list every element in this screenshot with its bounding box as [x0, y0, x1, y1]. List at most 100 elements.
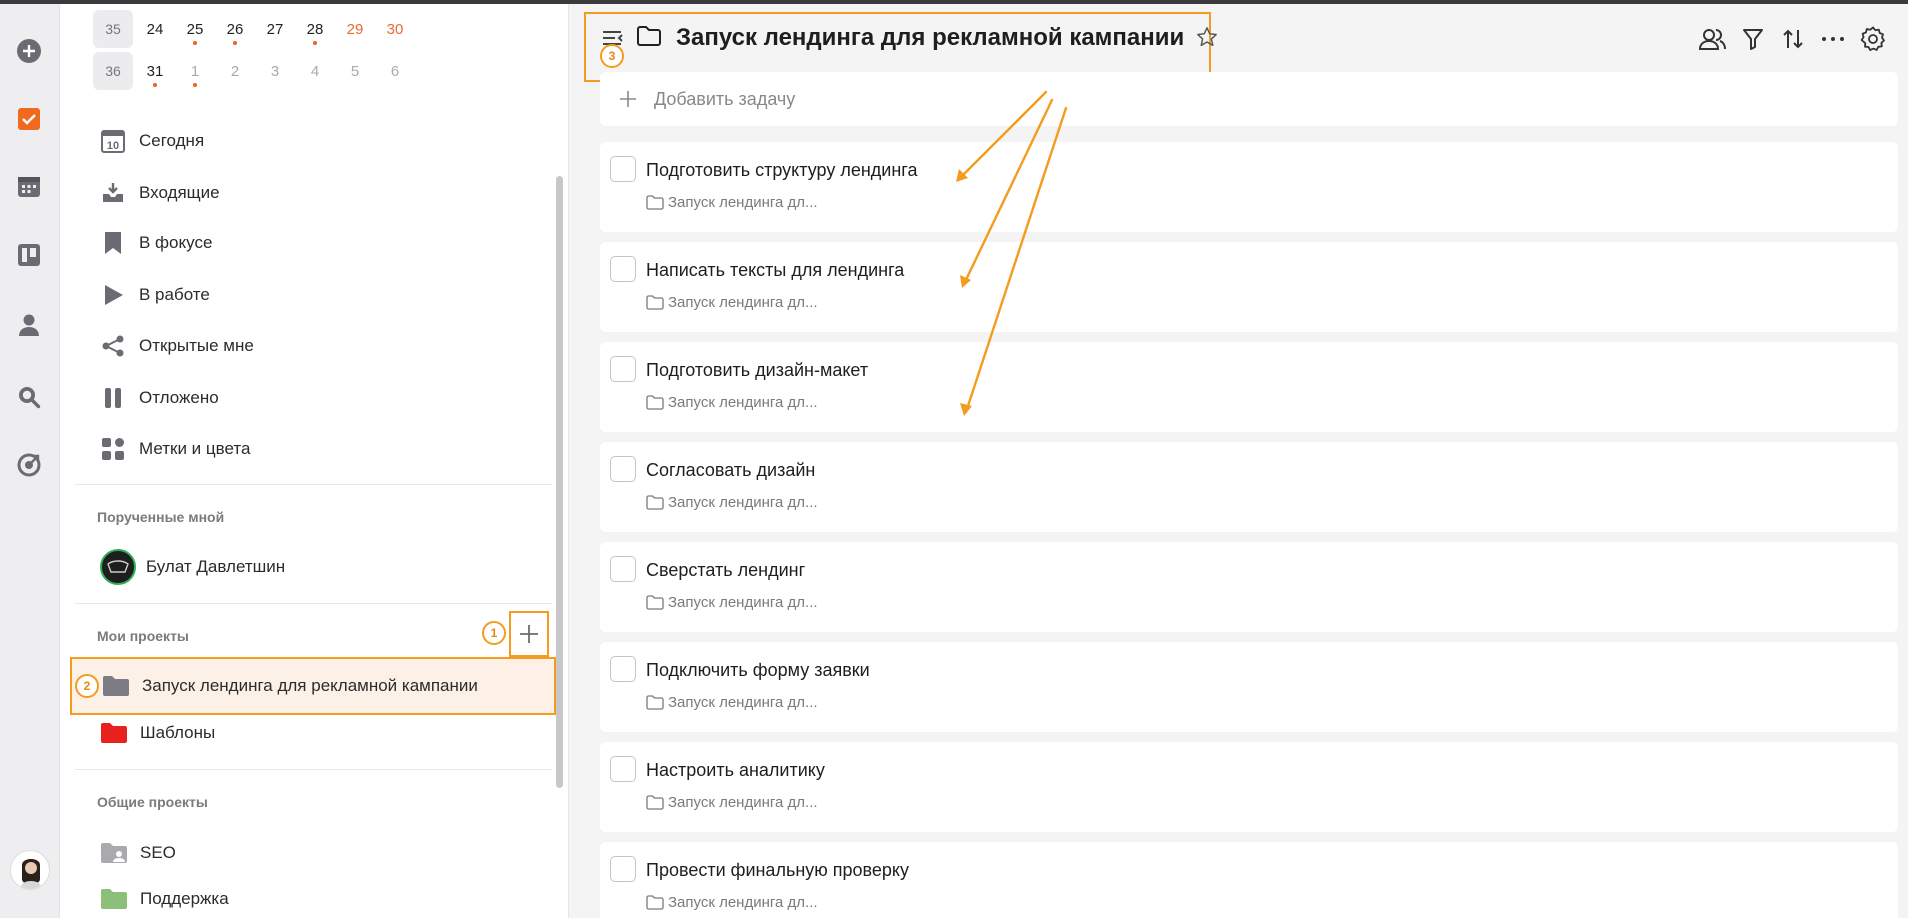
sidebar-item-label: Открытые мне	[139, 336, 254, 355]
task-checkbox[interactable]	[610, 456, 636, 482]
calendar-day-number: 2	[230, 62, 240, 80]
calendar-day[interactable]: 6	[375, 52, 415, 90]
task-checkbox[interactable]	[610, 256, 636, 282]
task-card[interactable]: Подготовить структуру лендинга Запуск лен…	[600, 142, 1898, 232]
sort-icon[interactable]	[1778, 24, 1808, 54]
sidebar-scrollbar[interactable]	[556, 176, 563, 788]
current-user-avatar[interactable]	[10, 850, 50, 890]
add-task-label: Добавить задачу	[654, 88, 796, 109]
task-title: Подготовить дизайн-макет	[646, 360, 869, 380]
task-card[interactable]: Настроить аналитику Запуск лендинга дл...	[600, 742, 1898, 832]
sidebar-item-calendar-today[interactable]: 10 Сегодня	[100, 126, 204, 156]
sidebar-item-label: Метки и цвета	[139, 439, 251, 458]
task-card[interactable]: Написать тексты для лендинга Запуск ленди…	[600, 242, 1898, 332]
calendar-day[interactable]: 3	[255, 52, 295, 90]
board-kanban-icon[interactable]	[14, 240, 44, 270]
sidebar-divider	[75, 769, 552, 770]
task-card[interactable]: Подготовить дизайн-макет Запуск лендинга …	[600, 342, 1898, 432]
task-card[interactable]: Сверстать лендинг Запуск лендинга дл...	[600, 542, 1898, 632]
calendar-day[interactable]: 30	[375, 10, 415, 48]
members-icon[interactable]	[1698, 24, 1728, 54]
folder-icon	[646, 595, 664, 610]
task-checkbox[interactable]	[610, 156, 636, 182]
project-label: SEO	[140, 843, 176, 862]
sidebar-divider	[75, 484, 552, 485]
calendar-day[interactable]: 5	[335, 52, 375, 90]
task-project: Запуск лендинга дл...	[646, 394, 818, 411]
tasks-checkbox-icon[interactable]	[14, 104, 44, 134]
pause-icon	[100, 385, 126, 411]
search-icon[interactable]	[14, 382, 44, 412]
task-project-label: Запуск лендинга дл...	[668, 394, 818, 411]
sidebar-item-pause[interactable]: Отложено	[100, 383, 219, 413]
favorite-star-icon[interactable]	[1196, 26, 1220, 50]
task-checkbox[interactable]	[610, 856, 636, 882]
sidebar-divider	[75, 603, 552, 604]
plus-icon	[620, 91, 636, 107]
calendar-day[interactable]: 1	[175, 52, 215, 90]
task-project: Запуск лендинга дл...	[646, 194, 818, 211]
task-card[interactable]: Согласовать дизайн Запуск лендинга дл...	[600, 442, 1898, 532]
task-project-label: Запуск лендинга дл...	[668, 894, 818, 911]
week-number: 35	[93, 10, 133, 48]
shared-folder-icon	[100, 841, 128, 865]
calendar-day-number: 30	[386, 20, 404, 38]
sidebar-item-share[interactable]: Открытые мне	[100, 331, 254, 361]
folder-icon	[646, 195, 664, 210]
bookmark-icon	[100, 230, 126, 256]
task-title: Настроить аналитику	[646, 760, 825, 780]
task-project: Запуск лендинга дл...	[646, 794, 818, 811]
task-card[interactable]: Провести финальную проверку Запуск лендин…	[600, 842, 1898, 918]
task-checkbox[interactable]	[610, 556, 636, 582]
project-item-support[interactable]: Поддержка	[70, 879, 556, 918]
calendar-day-number: 31	[146, 62, 164, 80]
calendar-day[interactable]: 31	[135, 52, 175, 90]
step-badge-3: 3	[600, 44, 624, 68]
calendar-day[interactable]: 27	[255, 10, 295, 48]
goals-target-icon[interactable]	[14, 450, 44, 480]
assigned-user-item[interactable]: Булат Давлетшин	[100, 549, 285, 585]
task-card[interactable]: Подключить форму заявки Запуск лендинга д…	[600, 642, 1898, 732]
task-project-label: Запуск лендинга дл...	[668, 294, 818, 311]
project-item-templates[interactable]: Шаблоны	[70, 704, 556, 762]
calendar-day-number: 3	[270, 62, 280, 80]
task-checkbox[interactable]	[610, 356, 636, 382]
task-title: Провести финальную проверку	[646, 860, 909, 880]
week-number: 36	[93, 52, 133, 90]
sidebar-item-inbox[interactable]: Входящие	[100, 178, 220, 208]
sidebar-item-tags-grid[interactable]: Метки и цвета	[100, 434, 250, 464]
folder-icon	[646, 495, 664, 510]
calendar-grid-icon[interactable]	[14, 172, 44, 202]
settings-gear-icon[interactable]	[1858, 24, 1888, 54]
calendar-day-number: 28	[306, 20, 324, 38]
person-icon[interactable]	[14, 310, 44, 340]
svg-text:10: 10	[107, 140, 119, 152]
calendar-day[interactable]: 2	[215, 52, 255, 90]
shared-projects-section-title: Общие проекты	[97, 794, 208, 810]
calendar-day[interactable]: 4	[295, 52, 335, 90]
header-folder-icon	[636, 24, 662, 50]
filter-icon[interactable]	[1738, 24, 1768, 54]
step-badge-2: 2	[75, 674, 99, 698]
calendar-day-number: 29	[346, 20, 364, 38]
add-circle-icon[interactable]	[14, 36, 44, 66]
calendar-day[interactable]: 26	[215, 10, 255, 48]
user-avatar	[100, 549, 136, 585]
sidebar-item-play[interactable]: В работе	[100, 280, 210, 310]
calendar-day[interactable]: 29	[335, 10, 375, 48]
project-label: Поддержка	[140, 889, 229, 908]
share-icon	[100, 333, 126, 359]
sidebar-item-bookmark[interactable]: В фокусе	[100, 228, 212, 258]
project-item-seo[interactable]: SEO	[70, 824, 556, 882]
sidebar-item-label: Отложено	[139, 388, 219, 407]
task-checkbox[interactable]	[610, 756, 636, 782]
inbox-icon	[100, 180, 126, 206]
add-task-row[interactable]: Добавить задачу	[600, 72, 1898, 126]
more-options-icon[interactable]	[1818, 24, 1848, 54]
task-checkbox[interactable]	[610, 656, 636, 682]
folder-icon	[646, 295, 664, 310]
add-project-button[interactable]	[509, 611, 549, 657]
calendar-day[interactable]: 25	[175, 10, 215, 48]
calendar-day[interactable]: 24	[135, 10, 175, 48]
calendar-day[interactable]: 28	[295, 10, 335, 48]
